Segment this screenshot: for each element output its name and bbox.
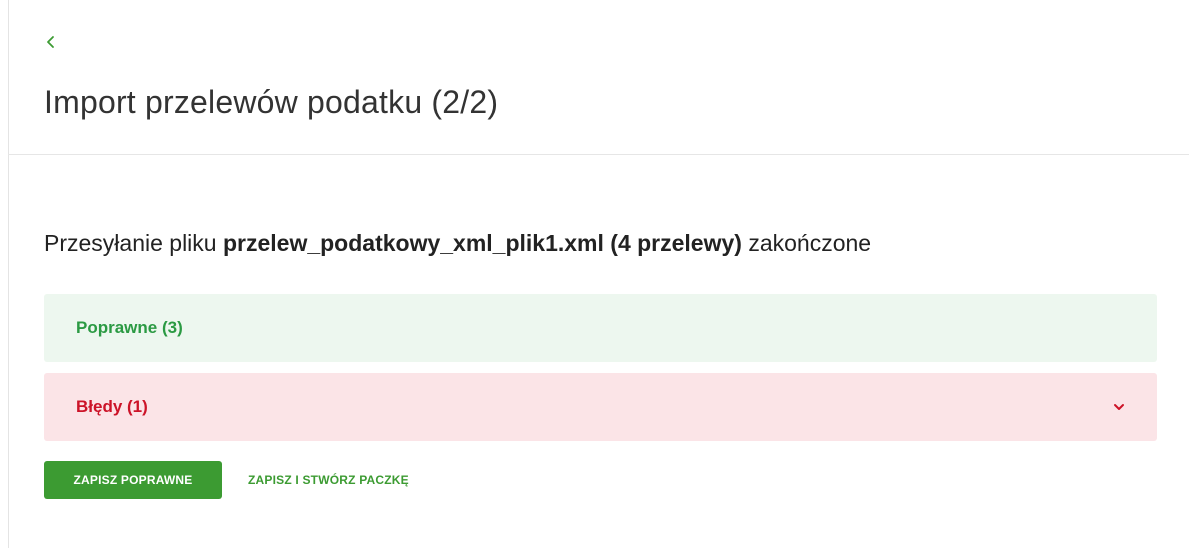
save-and-create-package-button[interactable]: ZAPISZ I STWÓRZ PACZKĘ bbox=[238, 461, 419, 499]
upload-summary: Przesyłanie pliku przelew_podatkowy_xml_… bbox=[44, 230, 871, 257]
left-divider bbox=[8, 0, 9, 548]
save-correct-button[interactable]: ZAPISZ POPRAWNE bbox=[44, 461, 222, 499]
correct-transfers-panel[interactable]: Poprawne (3) bbox=[44, 294, 1157, 362]
errors-panel[interactable]: Błędy (1) bbox=[44, 373, 1157, 441]
chevron-down-icon[interactable] bbox=[1113, 402, 1125, 412]
page-title: Import przelewów podatku (2/2) bbox=[44, 84, 499, 120]
summary-prefix: Przesyłanie pliku bbox=[44, 230, 223, 256]
correct-transfers-label: Poprawne (3) bbox=[76, 318, 183, 337]
summary-filename: przelew_podatkowy_xml_plik1.xml (4 przel… bbox=[222, 230, 742, 256]
summary-suffix: zakończone bbox=[741, 230, 872, 256]
header-divider bbox=[8, 154, 1189, 155]
chevron-left-icon bbox=[44, 32, 58, 52]
errors-label: Błędy (1) bbox=[76, 397, 148, 416]
back-button[interactable] bbox=[44, 32, 58, 52]
